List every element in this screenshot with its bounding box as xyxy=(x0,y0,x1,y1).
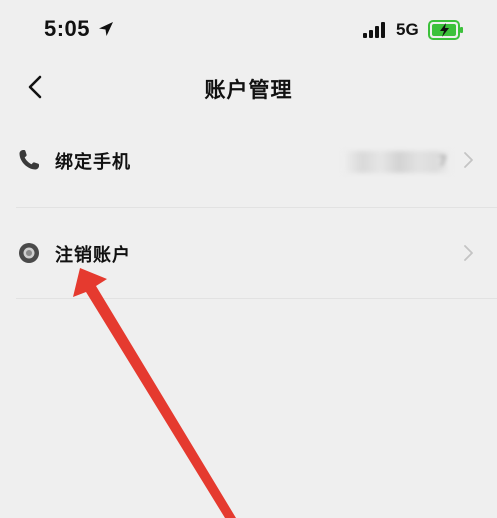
radio-circle-icon xyxy=(19,243,39,263)
network-type-label: 5G xyxy=(396,20,419,39)
chevron-right-icon xyxy=(464,245,473,261)
chevron-right-icon xyxy=(464,152,473,168)
phone-number-visible-suffix: 7 xyxy=(438,154,447,170)
masked-phone-number: 7 xyxy=(343,151,451,173)
cancel-account-label: 注销账户 xyxy=(55,245,131,266)
row-divider xyxy=(16,298,497,299)
bind-phone-label: 绑定手机 xyxy=(55,152,131,173)
status-time: 5:05 xyxy=(44,16,91,41)
status-bar: 5:05 5G xyxy=(0,0,497,62)
battery-charging-icon xyxy=(428,20,463,40)
cancel-account-row[interactable]: 注销账户 xyxy=(0,208,497,300)
phone-icon xyxy=(19,150,39,170)
navigation-bar: 账户管理 xyxy=(0,62,497,112)
bind-phone-row[interactable]: 绑定手机 7 xyxy=(0,115,497,207)
page-title: 账户管理 xyxy=(204,78,293,102)
signal-bars-icon xyxy=(363,22,385,38)
location-arrow-icon xyxy=(99,22,113,36)
